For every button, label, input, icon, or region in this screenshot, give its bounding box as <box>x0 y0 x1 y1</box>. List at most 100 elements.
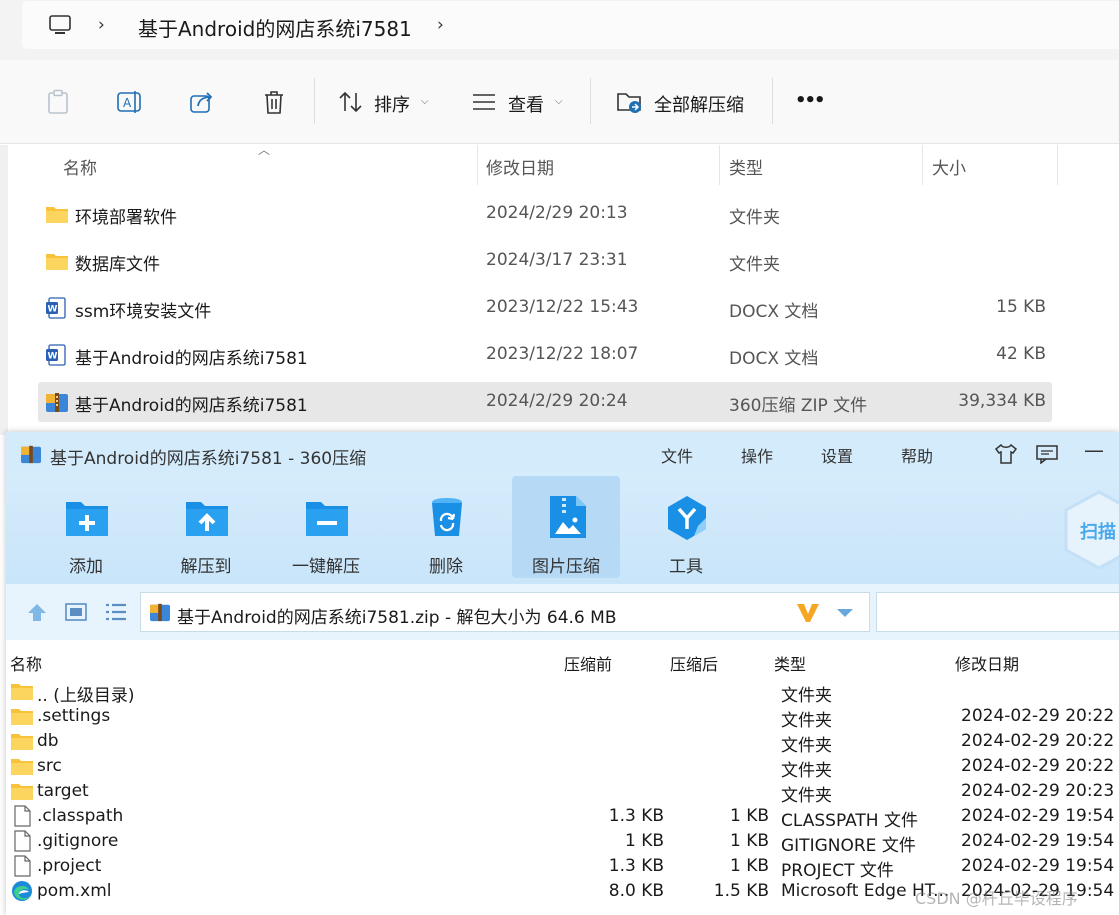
column-header-modified[interactable]: 修改日期 <box>955 651 1019 675</box>
file-name: 环境部署软件 <box>75 208 177 228</box>
menu-help[interactable]: 帮助 <box>901 443 933 467</box>
tools-label: 工具 <box>669 557 703 577</box>
chevron-right-icon[interactable]: › <box>437 15 444 35</box>
search-input[interactable] <box>876 592 1119 632</box>
image-compress-button[interactable]: 图片压缩 <box>512 476 620 578</box>
column-divider[interactable] <box>1057 145 1058 185</box>
edge-icon <box>12 881 32 901</box>
thumbnail-view-icon[interactable] <box>65 603 87 621</box>
entry-name: target <box>37 781 89 801</box>
file-name: ssm环境安装文件 <box>75 302 212 322</box>
column-divider[interactable] <box>922 145 923 185</box>
archive-entry-row[interactable]: .project 1.3 KB 1 KB PROJECT 文件 2024-02-… <box>6 854 1119 881</box>
share-icon[interactable] <box>188 88 216 116</box>
extract-all-button[interactable]: 全部解压缩 <box>654 91 744 117</box>
archive-entry-row[interactable]: db 文件夹 2024-02-29 20:22 <box>6 729 1119 756</box>
computer-icon[interactable] <box>48 13 72 37</box>
up-arrow-icon[interactable] <box>26 602 48 622</box>
folder-icon <box>46 207 68 223</box>
delete-button[interactable]: 删除 <box>392 476 500 578</box>
folder-icon <box>11 709 33 725</box>
archive-entry-row[interactable]: .classpath 1.3 KB 1 KB CLASSPATH 文件 2024… <box>6 804 1119 831</box>
more-options-button[interactable]: ••• <box>795 90 825 111</box>
column-header-packed-before[interactable]: 压缩前 <box>564 651 612 675</box>
delete-icon[interactable] <box>260 88 288 116</box>
extract-to-button[interactable]: 解压到 <box>152 476 260 578</box>
archive-entry-row[interactable]: target 文件夹 2024-02-29 20:23 <box>6 779 1119 806</box>
add-button[interactable]: 添加 <box>32 476 140 578</box>
archive-entry-row[interactable]: .settings 文件夹 2024-02-29 20:22 <box>6 704 1119 731</box>
archive-entry-row[interactable]: .gitignore 1 KB 1 KB GITIGNORE 文件 2024-0… <box>6 829 1119 856</box>
v-logo-icon[interactable] <box>795 602 821 624</box>
extract-icon[interactable] <box>616 88 644 116</box>
column-header-packed-after[interactable]: 压缩后 <box>670 651 718 675</box>
one-click-extract-button[interactable]: 一键解压 <box>272 476 380 578</box>
column-divider[interactable] <box>719 145 720 185</box>
chevron-right-icon[interactable]: › <box>98 15 105 35</box>
column-header-size[interactable]: 大小 <box>932 154 966 179</box>
file-modified: 2023/12/22 18:07 <box>486 344 639 364</box>
file-row[interactable]: 数据库文件 2024/3/17 23:31 文件夹 <box>38 241 1052 281</box>
file-modified: 2023/12/22 15:43 <box>486 297 639 317</box>
column-header-modified[interactable]: 修改日期 <box>486 154 554 179</box>
archive-entry-row[interactable]: src 文件夹 2024-02-29 20:22 <box>6 754 1119 781</box>
file-row[interactable]: W ssm环境安装文件 2023/12/22 15:43 DOCX 文档 15 … <box>38 288 1052 328</box>
zip-title-bar[interactable]: 基于Android的网店系统i7581 - 360压缩 文件 操作 设置 帮助 … <box>6 432 1119 472</box>
file-type: 文件夹 <box>729 208 780 228</box>
folder-icon <box>11 734 33 750</box>
tools-hexagon-icon <box>668 496 706 540</box>
chevron-down-icon[interactable]: ⌵ <box>421 96 429 107</box>
column-header-type[interactable]: 类型 <box>774 651 806 675</box>
archive-path-field[interactable]: 基于Android的网店系统i7581.zip - 解包大小为 64.6 MB <box>140 592 870 632</box>
view-icon[interactable] <box>470 88 498 116</box>
sort-icon[interactable] <box>337 88 365 116</box>
zip-toolbar: 添加 解压到 一键解压 删除 图片压缩 工具 <box>6 472 1119 584</box>
divider <box>772 78 773 124</box>
menu-settings[interactable]: 设置 <box>821 443 853 467</box>
tools-button[interactable]: 工具 <box>632 476 740 578</box>
folder-icon <box>11 759 33 775</box>
scan-badge[interactable]: 扫描 <box>1064 490 1119 570</box>
column-divider[interactable] <box>477 145 478 185</box>
chevron-down-icon[interactable]: ⌵ <box>555 96 563 107</box>
file-modified: 2024/3/17 23:31 <box>486 250 628 270</box>
file-type: DOCX 文档 <box>729 302 819 322</box>
archive-entry-row[interactable]: .. (上级目录) 文件夹 <box>6 679 1119 706</box>
entry-size-after: 1.5 KB <box>713 881 769 901</box>
file-icon <box>14 805 31 827</box>
minimize-button[interactable]: — <box>1084 438 1104 462</box>
column-header-type[interactable]: 类型 <box>729 154 763 179</box>
column-header-name[interactable]: 名称 <box>63 154 97 179</box>
extract-to-label: 解压到 <box>180 557 232 577</box>
file-size: 15 KB <box>996 297 1046 317</box>
entry-type: 文件夹 <box>781 761 832 781</box>
entry-size-before: 1 KB <box>624 831 664 851</box>
scrollbar[interactable] <box>0 145 8 435</box>
entry-type: PROJECT 文件 <box>781 861 894 881</box>
file-row[interactable]: W 基于Android的网店系统i7581 2023/12/22 18:07 D… <box>38 335 1052 375</box>
breadcrumb-current-folder[interactable]: 基于Android的网店系统i7581 <box>138 13 412 42</box>
file-row[interactable]: 环境部署软件 2024/2/29 20:13 文件夹 <box>38 194 1052 234</box>
menu-file[interactable]: 文件 <box>661 443 693 467</box>
chevron-down-icon[interactable] <box>835 607 855 619</box>
sort-button[interactable]: 排序 <box>374 91 410 117</box>
add-label: 添加 <box>69 557 103 577</box>
one-click-extract-icon <box>306 502 348 536</box>
scan-badge-label: 扫描 <box>1080 522 1116 543</box>
folder-icon <box>11 784 33 800</box>
rename-icon[interactable]: A <box>116 88 144 116</box>
menu-operations[interactable]: 操作 <box>741 443 773 467</box>
command-bar: A 排序 ⌵ 查看 ⌵ 全部解压缩 ••• <box>0 60 1119 144</box>
entry-modified: 2024-02-29 20:22 <box>961 756 1115 776</box>
entry-type: CLASSPATH 文件 <box>781 811 918 831</box>
file-modified: 2024/2/29 20:13 <box>486 203 628 223</box>
file-type: 360压缩 ZIP 文件 <box>729 396 868 416</box>
list-view-icon[interactable] <box>105 603 127 621</box>
file-row-selected[interactable]: 基于Android的网店系统i7581 2024/2/29 20:24 360压… <box>38 382 1052 422</box>
svg-text:W: W <box>48 305 58 315</box>
view-button[interactable]: 查看 <box>508 91 544 117</box>
skin-shirt-icon[interactable] <box>994 443 1018 465</box>
column-header-name[interactable]: 名称 <box>10 651 42 675</box>
feedback-icon[interactable] <box>1036 444 1058 464</box>
paste-icon[interactable] <box>44 88 72 116</box>
